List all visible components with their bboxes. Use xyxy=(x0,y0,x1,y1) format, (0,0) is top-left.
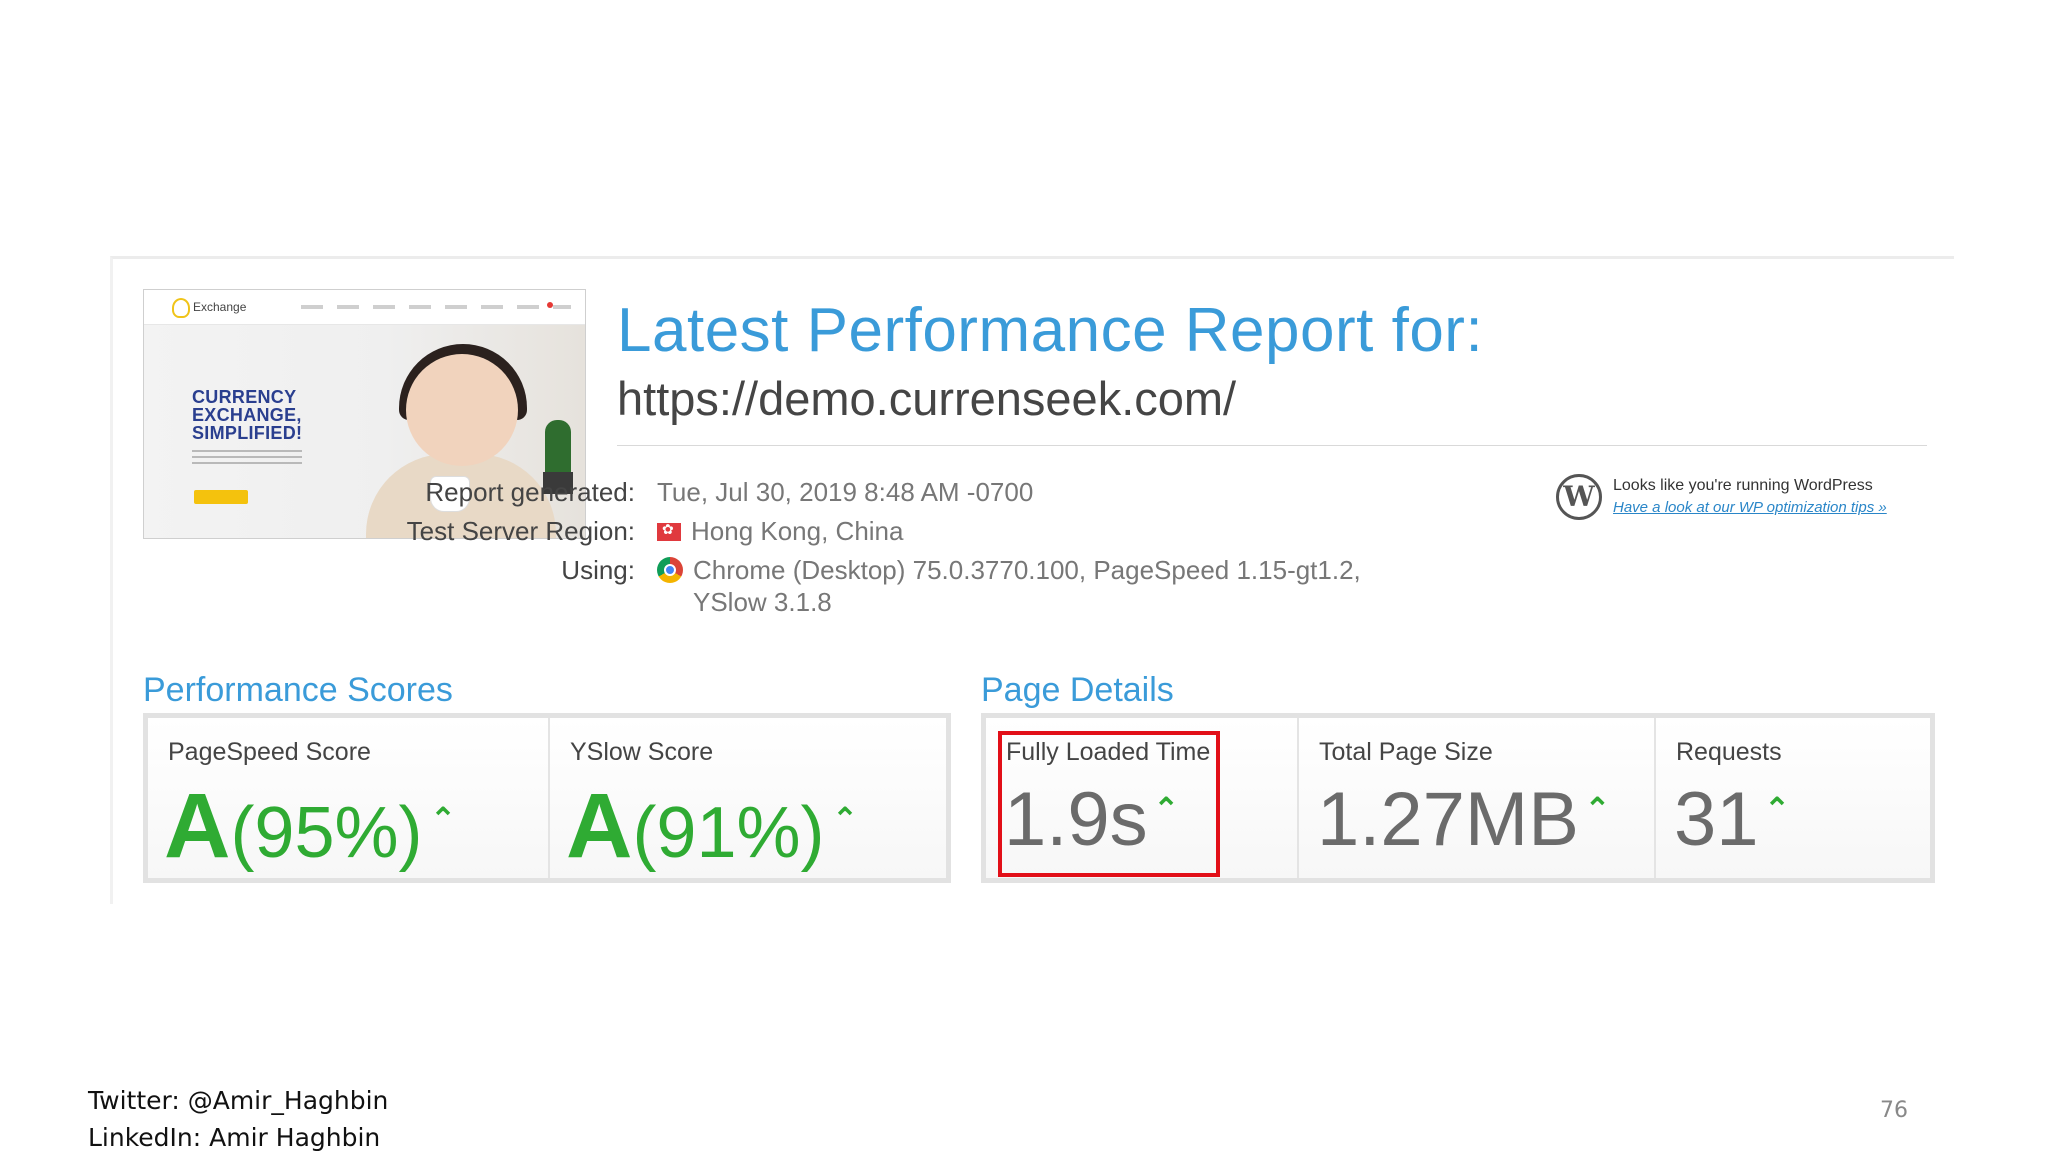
slide-page-number: 76 xyxy=(1880,1098,1908,1123)
header-divider xyxy=(617,445,1927,446)
page-details-title: Page Details xyxy=(981,671,1174,709)
performance-scores-title: Performance Scores xyxy=(143,671,453,709)
fully-loaded-time-cell[interactable]: Fully Loaded Time 1.9s ⌃ xyxy=(986,718,1297,878)
wordpress-icon: W xyxy=(1556,474,1602,520)
yslow-grade-letter: A xyxy=(566,775,633,877)
twitter-handle: Twitter: @Amir_Haghbin xyxy=(88,1086,389,1115)
caret-up-icon: ⌃ xyxy=(832,803,858,836)
hong-kong-flag-icon xyxy=(657,521,681,541)
report-generated-value: Tue, Jul 30, 2019 8:48 AM -0700 xyxy=(657,477,1034,507)
thumbnail-subtext xyxy=(192,450,302,464)
report-url[interactable]: https://demo.currenseek.com/ xyxy=(617,371,1236,426)
pagespeed-grade-percent: (95%) xyxy=(230,793,423,873)
requests-cell[interactable]: Requests 31 ⌃ xyxy=(1654,718,1930,878)
report-title: Latest Performance Report for: xyxy=(617,296,1484,365)
pagespeed-score-cell[interactable]: PageSpeed Score A(95%) ⌃ xyxy=(148,718,548,878)
performance-scores-box: PageSpeed Score A(95%) ⌃ YSlow Score A(91… xyxy=(143,713,951,883)
wordpress-notice: Looks like you're running WordPress xyxy=(1613,477,1873,494)
using-value-line2: YSlow 3.1.8 xyxy=(693,587,832,617)
test-server-region-value: Hong Kong, China xyxy=(657,516,903,547)
exchange-logo-icon xyxy=(172,298,190,318)
total-page-size-value: 1.27MB ⌃ xyxy=(1317,777,1611,862)
report-generated-label: Report generated: xyxy=(425,477,635,507)
caret-up-icon: ⌃ xyxy=(430,803,456,836)
caret-up-icon: ⌃ xyxy=(1764,793,1790,826)
highlight-box xyxy=(998,731,1220,877)
thumbnail-header: Exchange xyxy=(144,290,585,325)
test-server-region-label: Test Server Region: xyxy=(406,516,635,546)
pagespeed-score-label: PageSpeed Score xyxy=(168,738,371,766)
page-details-box: Fully Loaded Time 1.9s ⌃ Total Page Size … xyxy=(981,713,1935,883)
thumbnail-person-face xyxy=(406,354,518,466)
yslow-score-cell[interactable]: YSlow Score A(91%) ⌃ xyxy=(548,718,946,878)
total-page-size-label: Total Page Size xyxy=(1319,738,1493,766)
caret-up-icon: ⌃ xyxy=(1584,793,1611,826)
linkedin-handle: LinkedIn: Amir Haghbin xyxy=(88,1123,381,1152)
gtmetrix-report-panel: Exchange CURRENCY EXCHANGE, SIMPLIFIED! … xyxy=(110,256,1954,904)
total-page-size-cell[interactable]: Total Page Size 1.27MB ⌃ xyxy=(1297,718,1654,878)
requests-value: 31 ⌃ xyxy=(1674,777,1790,862)
yslow-score-label: YSlow Score xyxy=(570,738,714,766)
yslow-grade-percent: (91%) xyxy=(632,793,825,873)
using-value: Chrome (Desktop) 75.0.3770.100, PageSpee… xyxy=(657,555,1361,586)
thumbnail-logo: Exchange xyxy=(172,298,246,318)
pagespeed-grade-letter: A xyxy=(164,775,231,877)
thumbnail-plant xyxy=(545,420,571,478)
pagespeed-grade: A(95%) ⌃ xyxy=(164,774,456,879)
chrome-icon xyxy=(657,557,683,583)
wp-optimization-link[interactable]: Have a look at our WP optimization tips … xyxy=(1613,499,1887,516)
yslow-grade: A(91%) ⌃ xyxy=(566,774,858,879)
using-label: Using: xyxy=(561,555,635,585)
thumbnail-nav xyxy=(301,305,571,309)
requests-label: Requests xyxy=(1676,738,1782,766)
thumbnail-headline: CURRENCY EXCHANGE, SIMPLIFIED! xyxy=(192,387,303,443)
thumbnail-nav-dot xyxy=(547,302,553,308)
footer-credits: Twitter: @Amir_Haghbin LinkedIn: Amir Ha… xyxy=(88,1082,388,1156)
thumbnail-cta-button xyxy=(194,490,248,504)
